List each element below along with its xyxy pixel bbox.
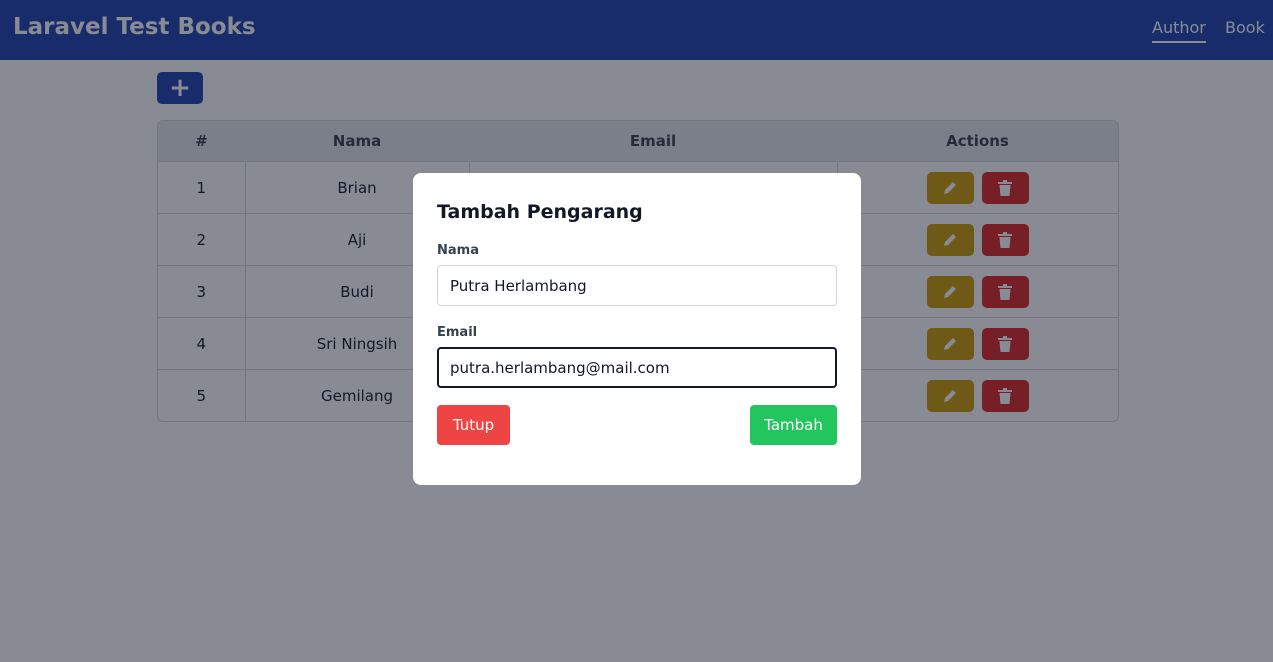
add-author-modal: Tambah Pengarang Nama Email Tutup Tambah [413,173,861,485]
nama-label: Nama [437,243,479,258]
close-button[interactable]: Tutup [437,405,510,445]
nama-input[interactable] [437,265,837,306]
modal-title: Tambah Pengarang [437,201,643,223]
email-label: Email [437,325,478,340]
submit-button[interactable]: Tambah [750,405,837,445]
email-input[interactable] [437,347,837,388]
page: Laravel Test Books Author Book + # Nama … [0,0,1273,662]
